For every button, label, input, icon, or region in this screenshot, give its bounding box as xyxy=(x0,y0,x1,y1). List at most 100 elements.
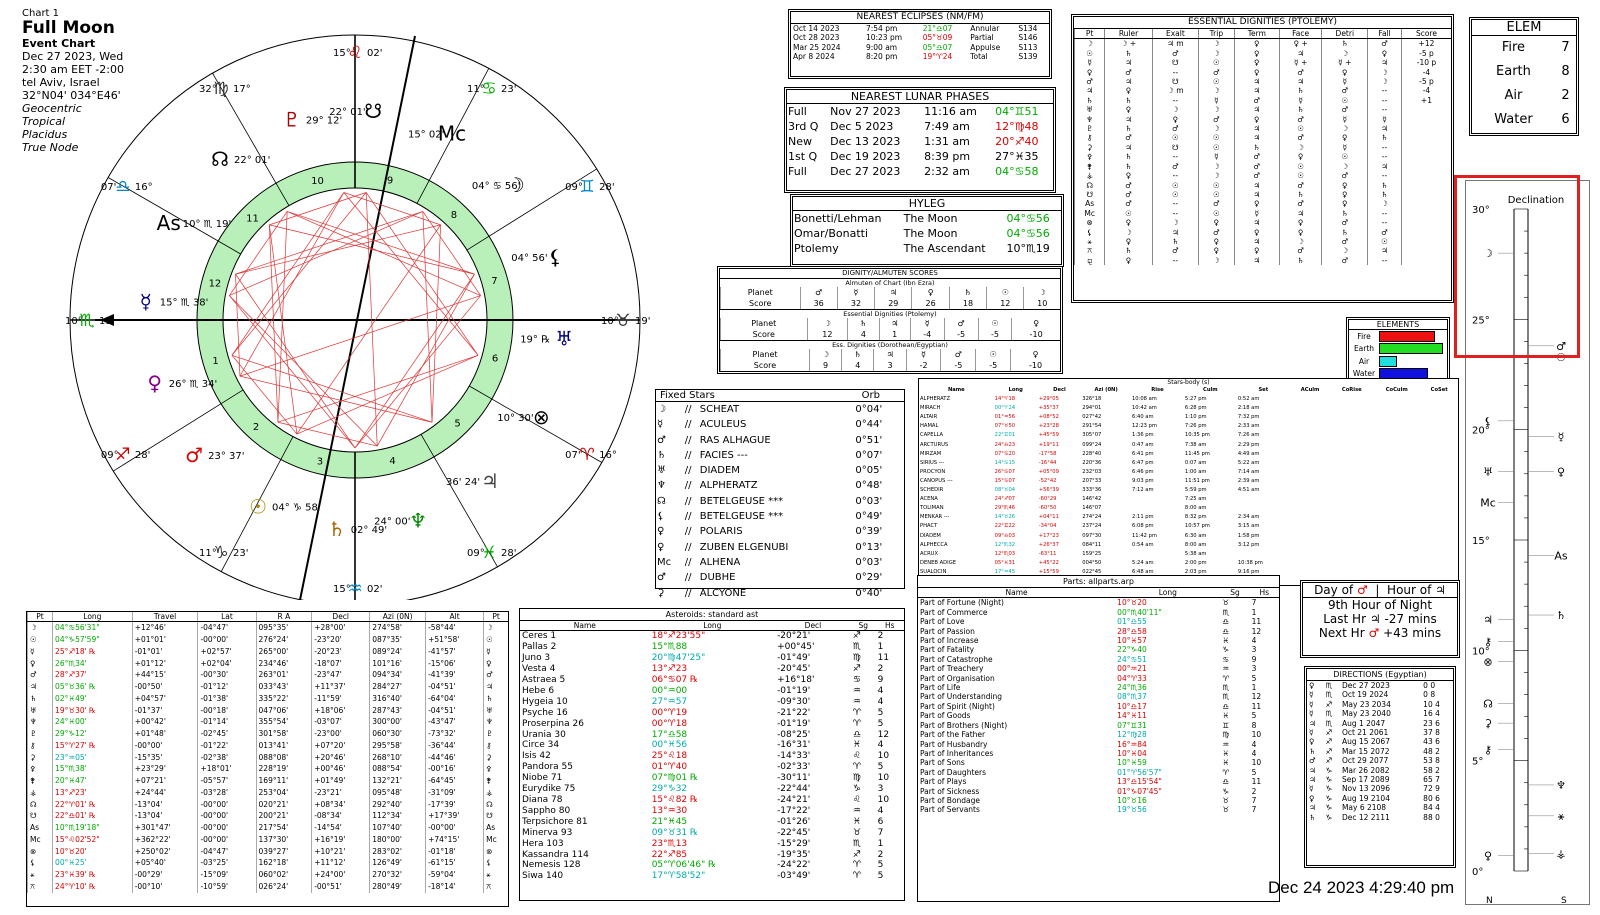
table-cell: ♍ xyxy=(852,653,861,664)
table-cell: ♀ xyxy=(1309,793,1315,803)
table-cell: 004°50 xyxy=(1082,559,1102,566)
part-row: Part of Passion 28°♎58 ♎ 12 xyxy=(918,627,1279,636)
table-cell: ♉ xyxy=(852,827,861,838)
last-hour-label: Last Hr xyxy=(1323,612,1367,626)
table-cell: -00°50' xyxy=(131,681,198,693)
table-cell: ♄ xyxy=(1104,246,1153,256)
asteroid-row: Pallas 2 15°♏88 +00°45' ♏ 1 xyxy=(520,642,904,653)
planet-glyph: ♃ xyxy=(481,469,499,493)
house-number: 8 xyxy=(451,210,457,221)
table-cell: 097°30 xyxy=(1082,532,1102,539)
conjunction-mark: // xyxy=(684,572,692,584)
direction-row: ♃ ♑ Sep 17 2089 65 7 xyxy=(1307,775,1453,784)
table-cell xyxy=(1290,504,1331,513)
table-cell: Oct 21 2061 xyxy=(1341,728,1389,738)
star-name: SCHEAT xyxy=(699,404,740,415)
table-cell: 2 xyxy=(1251,786,1257,796)
table-cell: +18°06' xyxy=(311,704,370,717)
almuten-section-title: Essential Dignities (Ptolemy) xyxy=(720,309,1060,318)
cusp-minute: 23' xyxy=(233,548,248,559)
table-cell: 8 xyxy=(1251,720,1257,730)
table-cell: ♒ xyxy=(1222,664,1230,674)
table-cell: 10:42 am xyxy=(1131,405,1157,412)
table-cell: 1st Q xyxy=(788,150,818,163)
table-cell: -- xyxy=(1367,105,1402,115)
table-cell: -52°42 xyxy=(1038,477,1057,484)
table-cell: ☊ xyxy=(483,798,508,811)
almuten-section-title: Almuten of Chart (Ibn Ezra) xyxy=(845,279,935,287)
table-cell: ☉ xyxy=(1198,208,1235,219)
cusp-minute: 02' xyxy=(367,48,382,59)
table-cell: ☽ xyxy=(1367,199,1402,209)
table-cell: ♀ xyxy=(1233,58,1280,68)
table-cell: 3rd Q xyxy=(788,120,819,133)
planet-row: ♂ 28°♐37' +44°15' -00°30' 263°01' -23°47' 094°… xyxy=(26,669,508,682)
table-cell: 10 xyxy=(877,795,890,805)
table-cell: Proserpina 26 xyxy=(522,718,584,729)
planet-glyph: ♅ xyxy=(657,465,666,477)
table-cell: ☿ xyxy=(1309,699,1314,709)
table-cell: 12 xyxy=(1251,626,1262,636)
table-cell: -15°09' xyxy=(197,869,257,881)
chart-wheel[interactable]: 123 45678910111215°♌ 02'11°♋ 23'09°♊ 28'10°♉… xyxy=(60,30,650,600)
table-cell: Appulse xyxy=(970,42,1001,52)
almuten-section-table: Planet ♂ ☿ ♃ ♀ ♄ ☉ ☽ Score 36 32 29 26 18 12 10 xyxy=(720,287,1060,309)
aspect-line xyxy=(269,224,475,275)
table-cell: Mar 15 2072 xyxy=(1341,746,1390,756)
table-cell: +11°12' xyxy=(311,857,370,870)
table-cell: 270°32' xyxy=(369,869,426,881)
planet-row: ☿ 25°♐18' ℞ -01°01' +02°57' 265°00' -20°23' 08… xyxy=(26,645,508,658)
table-cell: 1 xyxy=(1251,683,1257,693)
table-cell: 5:27 pm xyxy=(1184,396,1207,403)
lunar-table: Full Nov 27 2023 11:16 am 04°♊51 3rd Q Dec 5 … xyxy=(787,104,1053,179)
table-cell xyxy=(1420,395,1458,404)
part-row: Part of Life 24°♏36 ♏ 1 xyxy=(918,683,1279,692)
table-cell: +24°44' xyxy=(131,786,198,799)
star-orb: 0°48' xyxy=(855,480,883,492)
star-body-row: ACENA 24°♐07 -60°29 146°42 7:25 am xyxy=(919,495,1458,504)
fixed-star-row: ♂ // RAS ALHAGUE 0°51' xyxy=(656,433,904,448)
table-cell: 10 xyxy=(877,751,890,762)
planet-glyph: ♀ xyxy=(1011,318,1060,329)
star-orb: 0°03' xyxy=(855,556,883,568)
table-cell: Diana 78 xyxy=(522,795,563,805)
table-cell: -20°23' xyxy=(311,645,370,658)
table-cell: ♀ xyxy=(1104,86,1153,96)
column-header: Decl xyxy=(311,612,370,623)
table-cell: 24°♓00' xyxy=(52,716,133,729)
table-cell: ♃ xyxy=(1104,58,1153,68)
eclipses-panel: NEAREST ECLIPSES (NM/FM) Oct 14 2023 7:54… xyxy=(788,9,1052,79)
table-cell: ☉ xyxy=(1151,189,1199,200)
star-body-row: DIADEM 09°♎03 +17°23 097°30 11:42 pm 6:30 am 1… xyxy=(919,532,1458,541)
star-name: POLARIS xyxy=(699,526,743,538)
table-cell: ♂ xyxy=(1278,133,1322,143)
table-cell: DENEB ADIGE xyxy=(920,559,957,566)
table-cell: +07°21' xyxy=(131,775,198,787)
table-cell: +10°21' xyxy=(311,845,370,858)
direction-row: ♃ ♏ Aug 1 2047 23 6 xyxy=(1307,719,1453,728)
table-cell: 7 xyxy=(1251,598,1257,608)
table-cell: Part of Commerce xyxy=(920,607,988,617)
part-row: Part of Sickness 01°♑07'45" ♑ 2 xyxy=(918,787,1279,796)
table-cell xyxy=(1290,413,1331,422)
table-cell xyxy=(1290,541,1331,550)
table-cell: ♄ xyxy=(1278,105,1322,115)
table-cell: Hebe 6 xyxy=(522,685,555,696)
column-header: Long xyxy=(649,621,776,632)
table-cell: 280°49' xyxy=(369,880,426,893)
hyleg-title: HYLEG xyxy=(793,197,1061,211)
cusp-sign-glyph: ♑ xyxy=(213,543,228,563)
table-cell xyxy=(1131,504,1184,513)
table-cell: -03°25' xyxy=(197,857,257,870)
table-cell xyxy=(1330,395,1373,404)
table-cell: 112°34' xyxy=(369,810,426,823)
conjunction-mark: // xyxy=(684,541,692,553)
planet-position-label: 19° ℞ xyxy=(520,334,550,345)
planet-glyph: ♀ xyxy=(657,541,665,553)
column-header: Sg xyxy=(850,621,876,632)
cusp-minute: 17° xyxy=(233,84,251,95)
planet-row: ♀ 26°♏34' +01°12' +02°04' 234°46' -18°07' 101°… xyxy=(26,657,508,670)
table-cell: ♄ xyxy=(26,692,53,705)
table-cell: Dec 27 2023 xyxy=(830,165,901,178)
table-cell: ⚷ xyxy=(1073,133,1105,143)
